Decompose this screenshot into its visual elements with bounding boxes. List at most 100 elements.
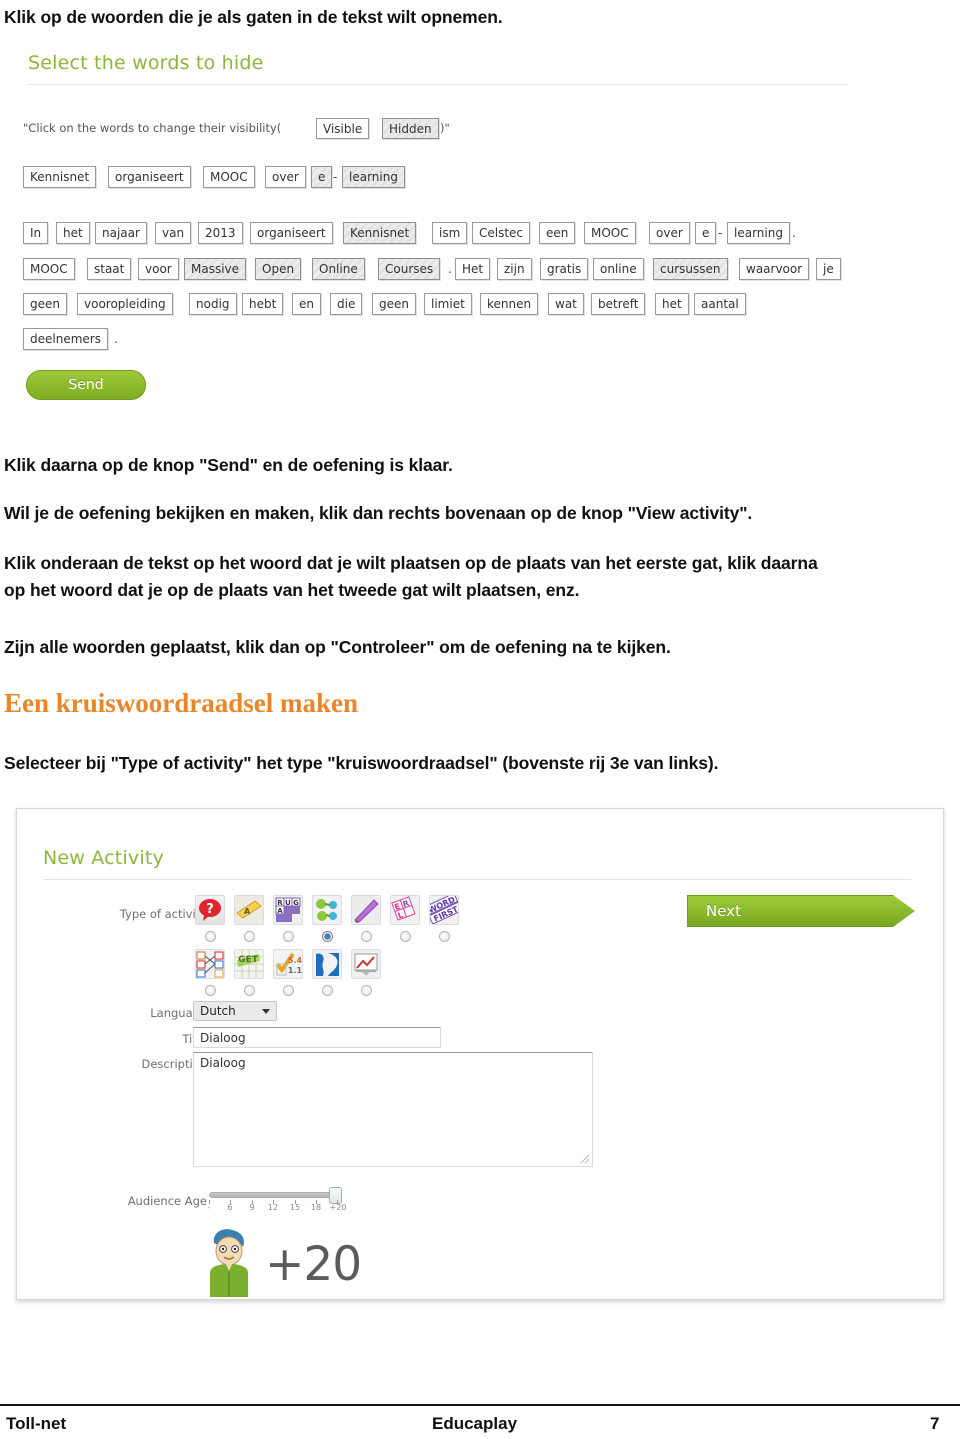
word-chip[interactable]: zijn: [497, 258, 532, 280]
word-chip[interactable]: betreft: [591, 293, 646, 315]
word-chip[interactable]: limiet: [424, 293, 472, 315]
radio-activity-11[interactable]: [361, 985, 372, 996]
preview-chip[interactable]: MOOC: [203, 166, 255, 188]
word-chip[interactable]: online: [593, 258, 644, 280]
word-chip[interactable]: het: [56, 222, 90, 244]
word-chip[interactable]: Kennisnet: [343, 222, 417, 244]
sentence-period: .: [114, 332, 118, 346]
word-chip[interactable]: MOOC: [584, 222, 636, 244]
audience-age-slider[interactable]: [209, 1192, 339, 1198]
resize-grip-icon[interactable]: [581, 1155, 589, 1163]
word-chip[interactable]: gratis: [540, 258, 589, 280]
word-chip[interactable]: over: [649, 222, 690, 244]
word-chip[interactable]: hebt: [242, 293, 284, 315]
paragraph-select-type: Selecteer bij "Type of activity" het typ…: [4, 753, 719, 773]
word-chip[interactable]: Massive: [184, 258, 247, 280]
word-chip[interactable]: wat: [548, 293, 584, 315]
word-chip[interactable]: deelnemers: [23, 328, 108, 350]
preview-chip[interactable]: organiseert: [108, 166, 191, 188]
word-chip[interactable]: en: [292, 293, 321, 315]
fill-blanks-icon[interactable]: 5.4 1.1: [273, 949, 303, 979]
section-heading-crossword: Een kruiswoordraadsel maken: [4, 688, 359, 718]
word-chip[interactable]: Online: [312, 258, 365, 280]
radio-activity-1[interactable]: [244, 931, 255, 942]
word-chip[interactable]: ism: [432, 222, 468, 244]
next-button[interactable]: Next: [687, 895, 915, 927]
slider-tick-label: 12: [267, 1203, 279, 1212]
radio-activity-4[interactable]: [361, 931, 372, 942]
send-button[interactable]: Send: [26, 370, 146, 400]
word-chip[interactable]: Celstec: [472, 222, 531, 244]
word-chip[interactable]: Het: [455, 258, 491, 280]
preview-chip[interactable]: learning: [342, 166, 405, 188]
word-chip[interactable]: In: [23, 222, 49, 244]
radio-activity-7[interactable]: [205, 985, 216, 996]
radio-activity-3[interactable]: [322, 931, 333, 942]
world-map-icon[interactable]: [312, 949, 342, 979]
radio-activity-6[interactable]: [439, 931, 450, 942]
word-chip[interactable]: learning: [727, 222, 790, 244]
word-chip[interactable]: waarvoor: [739, 258, 810, 280]
map-relate-icon[interactable]: [195, 949, 225, 979]
word-chip[interactable]: je: [816, 258, 841, 280]
slider-tick-label: 18: [310, 1203, 322, 1212]
slideshow-icon[interactable]: [351, 949, 381, 979]
radio-activity-2[interactable]: [283, 931, 294, 942]
radio-activity-8[interactable]: [244, 985, 255, 996]
word-chip[interactable]: van: [155, 222, 192, 244]
word-chip[interactable]: staat: [87, 258, 132, 280]
legend-visible-chip[interactable]: Visible: [316, 118, 370, 139]
audience-age-slider-handle[interactable]: [329, 1187, 342, 1204]
radio-activity-0[interactable]: [205, 931, 216, 942]
label-description: Description: [141, 1057, 208, 1071]
word-chip[interactable]: e: [695, 222, 717, 244]
description-value: Dialoog: [200, 1056, 246, 1070]
slider-tick-label: 15: [289, 1203, 301, 1212]
preview-chip[interactable]: over: [265, 166, 306, 188]
word-chip[interactable]: vooropleiding: [77, 293, 173, 315]
screenshot-new-activity: New Activity Type of activity ? A R U G …: [16, 808, 944, 1300]
svg-text:5.4: 5.4: [288, 956, 302, 965]
title-input[interactable]: Dialoog: [193, 1027, 441, 1048]
radio-activity-5[interactable]: [400, 931, 411, 942]
word-chip[interactable]: nodig: [189, 293, 237, 315]
quiz-icon[interactable]: ?: [195, 895, 225, 925]
word-chip[interactable]: cursussen: [653, 258, 728, 280]
word-chip[interactable]: een: [539, 222, 576, 244]
preview-separator: -: [333, 170, 338, 184]
preview-chip[interactable]: Kennisnet: [23, 166, 97, 188]
alphabet-soup-icon[interactable]: GET: [234, 949, 264, 979]
word-chip[interactable]: geen: [372, 293, 416, 315]
dialogue-icon[interactable]: A: [234, 895, 264, 925]
footer-left: Toll-net: [6, 1414, 67, 1433]
language-select[interactable]: Dutch: [193, 1001, 277, 1021]
word-chip[interactable]: najaar: [95, 222, 147, 244]
word-chip[interactable]: 2013: [198, 222, 243, 244]
description-textarea[interactable]: Dialoog: [193, 1052, 593, 1167]
shot1-rule: [28, 84, 848, 85]
word-chip[interactable]: kennen: [480, 293, 539, 315]
svg-text:A: A: [244, 907, 251, 916]
paragraph-controleer: Zijn alle woorden geplaatst, klik dan op…: [4, 637, 671, 657]
crossword-icon[interactable]: R U G A: [273, 895, 303, 925]
word-chip[interactable]: geen: [23, 293, 67, 315]
preview-chip[interactable]: e: [311, 166, 333, 188]
word-chip[interactable]: aantal: [694, 293, 746, 315]
word-chip[interactable]: die: [330, 293, 363, 315]
slider-tick-label: 6: [227, 1203, 233, 1212]
matching-icon[interactable]: [312, 895, 342, 925]
word-chip[interactable]: Open: [255, 258, 302, 280]
wordorder-icon[interactable]: WORD FIRST: [429, 895, 459, 925]
wordsearch-icon[interactable]: E R L: [390, 895, 420, 925]
dictation-icon[interactable]: [351, 895, 381, 925]
radio-activity-9[interactable]: [283, 985, 294, 996]
word-chip[interactable]: voor: [138, 258, 179, 280]
word-chip[interactable]: organiseert: [250, 222, 333, 244]
legend-hidden-chip[interactable]: Hidden: [382, 118, 439, 139]
radio-activity-10[interactable]: [322, 985, 333, 996]
word-chip[interactable]: MOOC: [23, 258, 75, 280]
word-chip[interactable]: het: [655, 293, 689, 315]
visibility-hint-prefix: "Click on the words to change their visi…: [23, 121, 282, 135]
word-chip[interactable]: Courses: [378, 258, 441, 280]
chevron-down-icon: [262, 1009, 270, 1014]
